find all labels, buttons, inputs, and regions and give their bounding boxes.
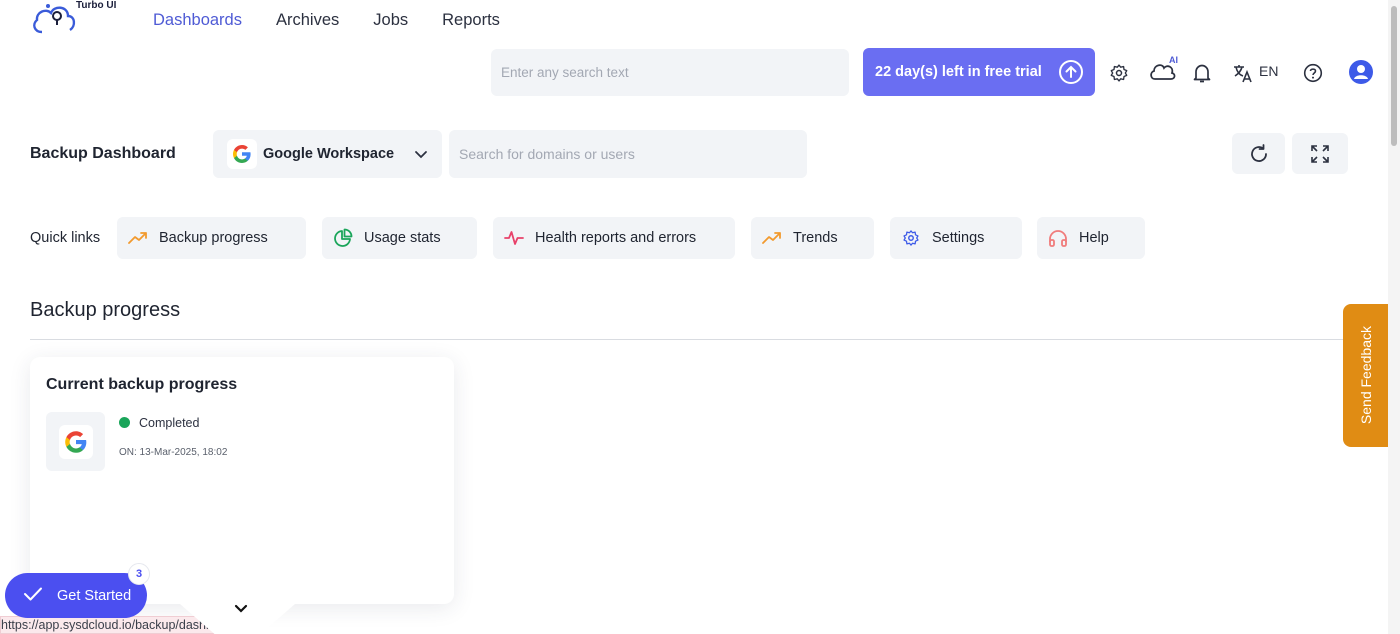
check-icon — [23, 586, 43, 606]
main-nav: Dashboards Archives Jobs Reports — [153, 9, 534, 31]
bell-icon[interactable] — [1191, 61, 1213, 85]
get-started-button[interactable]: Get Started — [5, 573, 147, 618]
quicklink-label: Health reports and errors — [535, 230, 697, 246]
brand-name: Turbo UI — [76, 0, 117, 11]
language-label[interactable]: EN — [1259, 63, 1278, 79]
user-avatar-icon[interactable] — [1348, 59, 1374, 85]
translate-icon[interactable] — [1231, 61, 1255, 85]
quick-links-label: Quick links — [30, 230, 101, 246]
expand-icon — [1311, 144, 1329, 163]
chevron-down-icon — [414, 147, 428, 166]
send-feedback-tab[interactable]: Send Feedback — [1343, 304, 1388, 447]
quicklink-health-reports[interactable]: Health reports and errors — [493, 217, 735, 259]
arrow-up-circle-icon — [1059, 60, 1083, 84]
quicklink-usage-stats[interactable]: Usage stats — [322, 217, 477, 259]
ai-badge: AI — [1169, 55, 1178, 65]
quicklink-help[interactable]: Help — [1037, 217, 1145, 259]
quicklink-label: Help — [1079, 230, 1109, 246]
gear-icon[interactable] — [1107, 61, 1131, 85]
pie-chart-icon — [332, 227, 354, 249]
backup-date: ON: 13-Mar-2025, 18:02 — [119, 447, 228, 458]
quicklink-trends[interactable]: Trends — [751, 217, 874, 259]
chevron-down-icon[interactable] — [234, 602, 248, 620]
quicklink-settings[interactable]: Settings — [890, 217, 1022, 259]
google-icon — [58, 424, 93, 459]
quicklink-label: Usage stats — [364, 230, 441, 246]
nav-dashboards[interactable]: Dashboards — [153, 9, 242, 31]
google-icon — [227, 139, 257, 169]
fullscreen-button[interactable] — [1292, 133, 1348, 174]
quicklink-backup-progress[interactable]: Backup progress — [117, 217, 306, 259]
page-title: Backup Dashboard — [30, 145, 176, 162]
backup-progress-card: Current backup progress Completed ON: 13… — [30, 357, 454, 604]
global-search-input[interactable] — [491, 49, 849, 96]
refresh-icon — [1250, 143, 1267, 162]
headphones-icon — [1047, 227, 1069, 249]
gear-icon — [900, 227, 922, 249]
page-scrollbar[interactable] — [1388, 0, 1400, 634]
ai-cloud-icon[interactable]: AI — [1146, 55, 1180, 86]
trial-label: 22 day(s) left in free trial — [875, 64, 1042, 80]
nav-archives[interactable]: Archives — [276, 9, 339, 31]
trending-up-icon — [761, 227, 783, 249]
quicklink-label: Settings — [932, 230, 985, 246]
domain-search-input[interactable] — [449, 130, 807, 178]
backup-status: Completed — [139, 416, 200, 430]
quicklink-label: Trends — [793, 230, 838, 246]
pulse-icon — [503, 227, 525, 249]
platform-select[interactable]: Google Workspace — [213, 130, 442, 178]
card-title: Current backup progress — [46, 376, 238, 393]
feedback-label: Send Feedback — [1357, 326, 1374, 425]
platform-label: Google Workspace — [263, 146, 395, 162]
get-started-count-badge: 3 — [128, 563, 150, 585]
get-started-label: Get Started — [57, 587, 132, 604]
nav-jobs[interactable]: Jobs — [373, 9, 408, 31]
scrollbar-thumb[interactable] — [1391, 6, 1397, 146]
trending-up-icon — [127, 227, 149, 249]
nav-reports[interactable]: Reports — [442, 9, 500, 31]
upgrade-trial-button[interactable]: 22 day(s) left in free trial — [863, 48, 1095, 96]
section-title: Backup progress — [30, 299, 181, 321]
status-dot — [119, 417, 130, 428]
help-circle-icon[interactable] — [1301, 61, 1325, 85]
refresh-button[interactable] — [1232, 133, 1285, 174]
card-platform-logo — [46, 412, 105, 471]
quicklink-label: Backup progress — [159, 230, 268, 246]
section-divider — [30, 339, 1370, 340]
